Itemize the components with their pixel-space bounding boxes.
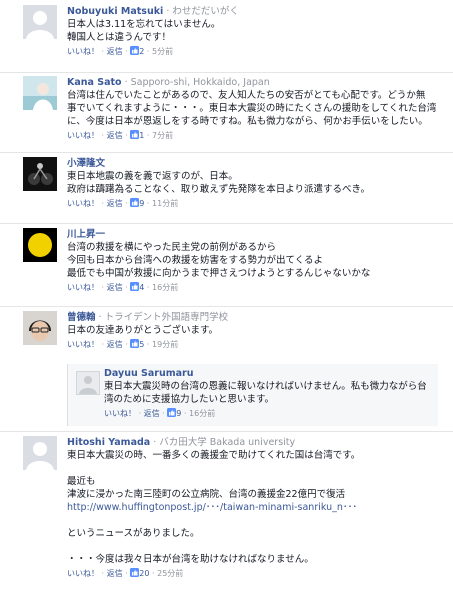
reply-link[interactable]: 返信 [107,569,123,578]
thumbs-up-icon [130,568,140,577]
comment-item: Hitoshi Yamada · バカ田大学 Bakada university… [0,432,453,600]
comment-author[interactable]: Nobuyuki Matsuki [67,6,163,17]
avatar[interactable] [23,436,57,470]
comment-author[interactable]: Hitoshi Yamada [67,437,150,448]
default-avatar-icon [23,5,57,39]
comment-text: 事でいてくれますように・・・。東日本大震災の時にたくさんの援助をしてくれた台湾 [67,103,437,114]
reply-link[interactable]: 返信 [107,47,123,56]
comment-text: というニュースがありました。 [67,528,200,539]
timestamp[interactable]: 11分前 [152,199,178,208]
comment-text: 韓国人とは違うんです！ [67,32,172,43]
like-count[interactable]: 2 [130,46,144,56]
like-link[interactable]: いいね！ [67,569,99,578]
reply-link[interactable]: 返信 [144,409,160,418]
avatar[interactable] [76,371,100,395]
timestamp[interactable]: 19分前 [152,340,178,349]
comment-text: 台湾の救援を横にやった民主党の前例があるから [67,242,277,253]
like-link[interactable]: いいね！ [67,283,99,292]
comment-item: 小澤隆文 東日本地震の義を義で返すのが、日本。 政府は躊躇為ることなく、取り敢え… [0,153,453,223]
like-link[interactable]: いいね！ [67,340,99,349]
timestamp[interactable]: 16分前 [189,409,215,418]
like-link[interactable]: いいね！ [67,47,99,56]
reply-text: 湾のために支援協力したいと思います。 [104,394,275,405]
comment-author[interactable]: Kana Sato [67,77,122,88]
thumbs-up-icon [130,198,140,207]
reply-link[interactable]: 返信 [107,131,123,140]
like-link[interactable]: いいね！ [67,199,99,208]
comment-text [67,540,443,553]
reply-text: 東日本大震災時の台湾の恩義に報いなければいけません。私も微力ながら台 [104,381,427,392]
comment-text: 東日本地震の義を義で返すのが、日本。 [67,171,238,182]
comment-text: ・・・今度は我々日本が台湾を助けなければなりません。 [67,554,314,565]
like-count[interactable]: 9 [130,198,144,208]
comment-item: Nobuyuki Matsuki · わせだだいがく 日本人は3.11を忘れては… [0,0,453,72]
thumbs-up-icon [130,46,140,55]
comment-item: 川上昇一 台湾の救援を横にやった民主党の前例があるから 今回も日本から台湾への救… [0,224,453,306]
comment-author[interactable]: 曾德翰 [67,312,96,323]
profile-photo-icon [23,311,57,345]
thumbs-up-icon [130,130,140,139]
comment-text: 日本人は3.11を忘れてはいません。 [67,19,221,30]
timestamp[interactable]: 5分前 [152,47,173,56]
timestamp[interactable]: 7分前 [152,131,173,140]
comment-text: 日本の友達ありがとうございます。 [67,325,219,336]
author-affiliation[interactable]: · Sapporo-shi, Hokkaido, Japan [125,77,270,88]
avatar[interactable] [23,311,57,345]
profile-photo-icon [23,157,57,191]
comment-item: Kana Sato · Sapporo-shi, Hokkaido, Japan… [0,73,453,152]
profile-photo-icon [23,76,57,110]
comment-text [67,462,443,475]
like-link[interactable]: いいね！ [104,409,136,418]
author-affiliation[interactable]: · トライデント外国語専門学校 [99,312,229,323]
like-count[interactable]: 1 [130,130,144,140]
avatar[interactable] [23,5,57,39]
reply-author[interactable]: Dayuu Sarumaru [104,368,194,379]
timestamp[interactable]: 16分前 [152,283,178,292]
avatar[interactable] [23,76,57,110]
comment-text [67,514,443,527]
like-count[interactable]: 5 [130,339,144,349]
author-affiliation[interactable]: · わせだだいがく [166,6,239,17]
timestamp[interactable]: 25分前 [157,569,183,578]
default-avatar-icon [23,436,57,470]
comment-text: 最低でも中国が救援に向かうまで押さえつけようとするんじゃないかな [67,268,371,279]
default-avatar-icon [77,372,99,394]
article-link[interactable]: http://www.huffingtonpost.jp/･･･/taiwan-… [67,501,443,514]
like-link[interactable]: いいね！ [67,131,99,140]
comment-text: 今回も日本から台湾への救援を妨害をする勢力が出てくるよ [67,255,324,266]
thumbs-up-icon [130,339,140,348]
comment-text: 東日本大震災の時、一番多くの義援金で助けてくれた国は台湾です。 [67,450,361,461]
profile-photo-icon [23,228,57,262]
comment-text: 台湾は住んでいたことがあるので、友人知人たちの安否がとても心配です。どうか無 [67,90,426,101]
comment-item: 曾德翰 · トライデント外国語専門学校 日本の友達ありがとうございます。 いいね… [0,307,453,361]
reply-link[interactable]: 返信 [107,199,123,208]
comment-author[interactable]: 川上昇一 [67,229,105,240]
comment-author[interactable]: 小澤隆文 [67,158,105,169]
reply-link[interactable]: 返信 [107,283,123,292]
comment-text: 政府は躊躇為ることなく、取り敢えず先発隊を本日より派遣するべき。 [67,184,371,195]
author-affiliation[interactable]: · バカ田大学 Bakada university [153,437,295,448]
thumbs-up-icon [167,408,177,417]
comment-text: に、今度は日本が恩返しをする時ですね。私も微力ながら、何かお手伝いをしたい。 [67,116,428,127]
avatar[interactable] [23,157,57,191]
reply-thread: Dayuu Sarumaru 東日本大震災時の台湾の恩義に報いなければいけません… [67,364,438,426]
like-count[interactable]: 4 [130,282,144,292]
reply-link[interactable]: 返信 [107,340,123,349]
comment-text: 最近も [67,476,96,487]
like-count[interactable]: 9 [167,408,181,418]
avatar[interactable] [23,228,57,262]
thumbs-up-icon [130,282,140,291]
like-count[interactable]: 20 [130,568,149,578]
comment-text: 津波に浸かった南三陸町の公立病院、台湾の義援金22億円で復活 [67,489,346,500]
